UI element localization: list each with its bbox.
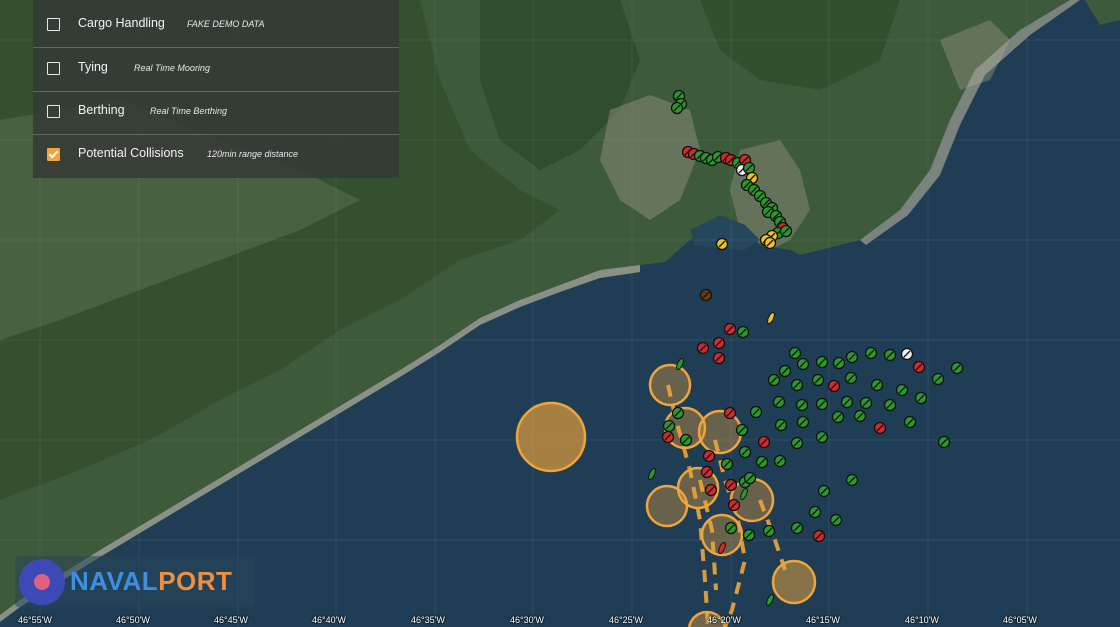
- longitude-label: 46°30'W: [510, 615, 544, 625]
- longitude-label: 46°10'W: [905, 615, 939, 625]
- logo-text-port: PORT: [158, 566, 233, 596]
- collision-zone[interactable]: [697, 409, 743, 455]
- layer-description: 120min range distance: [207, 149, 299, 159]
- berthing-checkbox[interactable]: [47, 105, 60, 118]
- longitude-label: 46°50'W: [116, 615, 150, 625]
- collision-zone[interactable]: [515, 401, 587, 473]
- layer-description: Real Time Berthing: [150, 106, 227, 116]
- logo-text: NAVALPORT: [70, 566, 232, 597]
- collision-zone[interactable]: [648, 363, 692, 407]
- collision-zone[interactable]: [645, 484, 689, 528]
- logo-mark-icon: [19, 559, 65, 605]
- potential-collisions-checkbox[interactable]: [47, 148, 60, 161]
- navalport-logo: NAVALPORT: [15, 556, 255, 607]
- longitude-label: 46°05'W: [1003, 615, 1037, 625]
- longitude-label: 46°35'W: [411, 615, 445, 625]
- layer-panel: Cargo Handling FAKE DEMO DATA Tying Real…: [33, 0, 399, 178]
- layer-label: Cargo Handling: [78, 16, 165, 30]
- layer-label: Berthing: [78, 103, 125, 117]
- map-view[interactable]: Cargo Handling FAKE DEMO DATA Tying Real…: [0, 0, 1120, 627]
- longitude-label: 46°40'W: [312, 615, 346, 625]
- vessel-hull[interactable]: [766, 311, 776, 325]
- cargo-handling-checkbox[interactable]: [47, 18, 60, 31]
- layer-label: Potential Collisions: [78, 146, 184, 160]
- layer-row-tying[interactable]: Tying Real Time Mooring: [33, 48, 399, 92]
- longitude-label: 46°55'W: [18, 615, 52, 625]
- longitude-label: 46°20'W: [707, 615, 741, 625]
- layer-row-berthing[interactable]: Berthing Real Time Berthing: [33, 91, 399, 135]
- longitude-label: 46°15'W: [806, 615, 840, 625]
- longitude-label: 46°45'W: [214, 615, 248, 625]
- layer-row-cargo-handling[interactable]: Cargo Handling FAKE DEMO DATA: [33, 4, 399, 48]
- logo-text-naval: NAVAL: [70, 566, 159, 596]
- collision-zone[interactable]: [771, 559, 817, 605]
- tying-checkbox[interactable]: [47, 62, 60, 75]
- vessel-hull[interactable]: [765, 593, 775, 607]
- layer-label: Tying: [78, 60, 108, 74]
- layer-description: FAKE DEMO DATA: [187, 19, 265, 29]
- layer-row-potential-collisions[interactable]: Potential Collisions 120min range distan…: [33, 134, 399, 177]
- layer-description: Real Time Mooring: [134, 63, 210, 73]
- longitude-label: 46°25'W: [609, 615, 643, 625]
- vessel-hull[interactable]: [647, 467, 657, 481]
